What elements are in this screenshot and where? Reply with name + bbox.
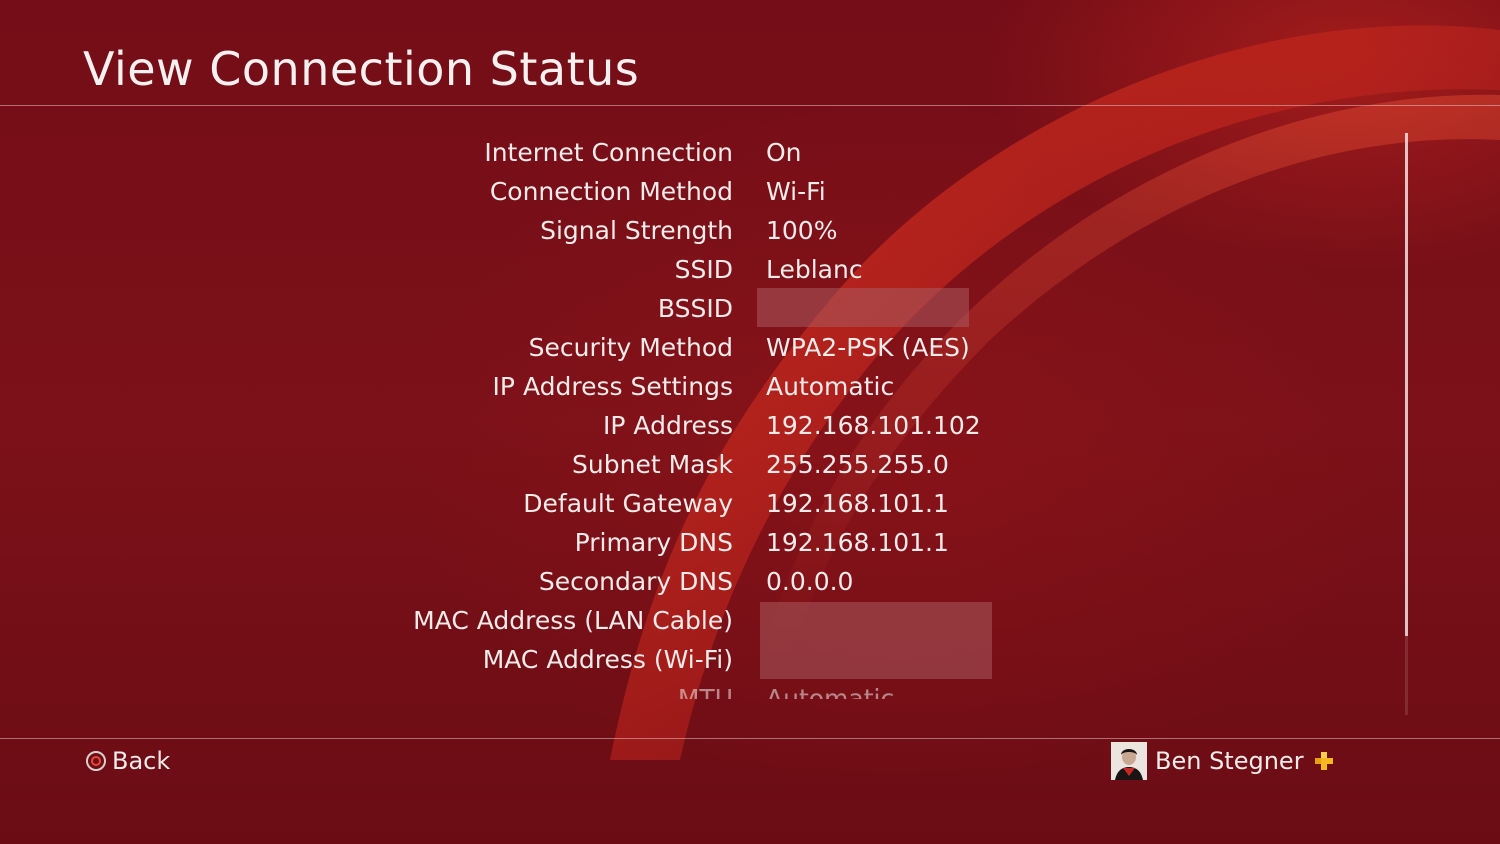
status-row-signal-strength: Signal Strength 100% [0, 211, 1500, 250]
row-value: 255.255.255.0 [766, 450, 949, 479]
page-title: View Connection Status [83, 42, 640, 96]
row-value: 192.168.101.102 [766, 411, 981, 440]
row-value: Automatic [766, 684, 895, 699]
row-label: Security Method [528, 333, 733, 362]
row-label: MTU [677, 684, 733, 699]
row-value: 100% [766, 216, 838, 245]
status-row-mac-lan: MAC Address (LAN Cable) [0, 601, 1500, 640]
status-row-ssid: SSID Leblanc [0, 250, 1500, 289]
status-row-subnet-mask: Subnet Mask 255.255.255.0 [0, 445, 1500, 484]
redacted-bssid-block [757, 288, 969, 327]
status-row-mac-wifi: MAC Address (Wi-Fi) [0, 640, 1500, 679]
avatar [1111, 742, 1147, 780]
user-profile: Ben Stegner [1111, 742, 1334, 780]
row-value: 192.168.101.1 [766, 489, 949, 518]
row-label: IP Address [603, 411, 733, 440]
user-name: Ben Stegner [1155, 747, 1304, 775]
footer-divider [0, 738, 1500, 739]
row-label: MAC Address (Wi-Fi) [482, 645, 733, 674]
row-value: 0.0.0.0 [766, 567, 854, 596]
row-label: Internet Connection [484, 138, 733, 167]
scrollbar-thumb[interactable] [1405, 133, 1408, 636]
row-value: Leblanc [766, 255, 863, 284]
status-row-security-method: Security Method WPA2-PSK (AES) [0, 328, 1500, 367]
redacted-mac-block [760, 602, 992, 679]
circle-button-icon [86, 751, 106, 771]
row-label: MAC Address (LAN Cable) [413, 606, 733, 635]
status-row-connection-method: Connection Method Wi-Fi [0, 172, 1500, 211]
status-row-ip-address-settings: IP Address Settings Automatic [0, 367, 1500, 406]
row-value: 192.168.101.1 [766, 528, 949, 557]
back-label: Back [112, 747, 171, 775]
playstation-plus-icon [1314, 751, 1334, 771]
row-value: On [766, 138, 802, 167]
status-row-internet-connection: Internet Connection On [0, 133, 1500, 172]
status-row-ip-address: IP Address 192.168.101.102 [0, 406, 1500, 445]
row-label: SSID [674, 255, 733, 284]
row-label: Primary DNS [574, 528, 733, 557]
status-row-default-gateway: Default Gateway 192.168.101.1 [0, 484, 1500, 523]
row-label: Subnet Mask [572, 450, 733, 479]
row-value: Automatic [766, 372, 895, 401]
status-row-bssid: BSSID [0, 289, 1500, 328]
row-label: BSSID [657, 294, 733, 323]
status-row-primary-dns: Primary DNS 192.168.101.1 [0, 523, 1500, 562]
connection-status-list[interactable]: Internet Connection On Connection Method… [0, 133, 1500, 699]
row-value: WPA2-PSK (AES) [766, 333, 970, 362]
status-row-secondary-dns: Secondary DNS 0.0.0.0 [0, 562, 1500, 601]
header-divider [0, 105, 1500, 106]
row-value: Wi-Fi [766, 177, 826, 206]
status-row-mtu: MTU Automatic [0, 679, 1500, 699]
row-label: Signal Strength [540, 216, 733, 245]
row-label: Default Gateway [523, 489, 733, 518]
row-label: Secondary DNS [538, 567, 733, 596]
back-button[interactable]: Back [86, 744, 170, 778]
row-label: IP Address Settings [492, 372, 733, 401]
row-label: Connection Method [489, 177, 733, 206]
